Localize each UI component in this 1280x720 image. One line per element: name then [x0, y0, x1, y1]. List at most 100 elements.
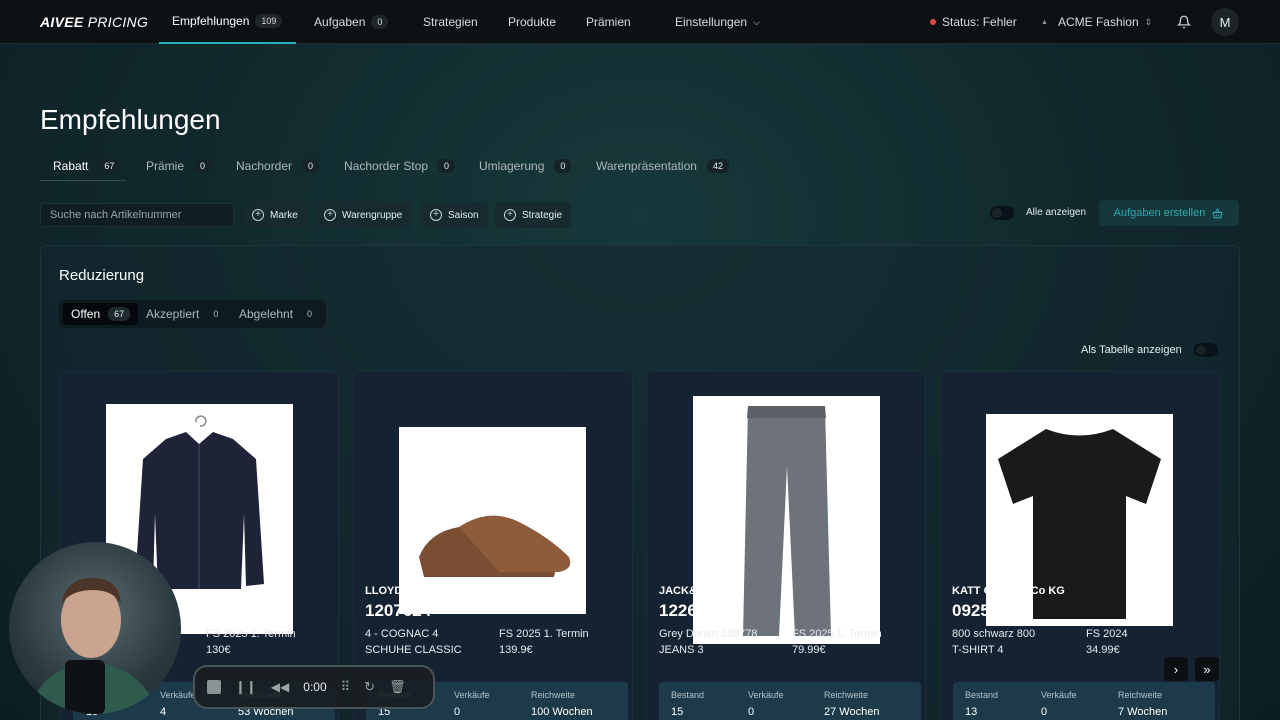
nav-aufgaben[interactable]: Aufgaben 0 [314, 0, 389, 44]
stat-label-bestand: Bestand [671, 690, 705, 700]
tab-count: 0 [302, 159, 320, 173]
segment-label: Abgelehnt [239, 307, 294, 321]
nav-strategien[interactable]: Strategien [423, 0, 478, 44]
product-category: SCHUHE CLASSIC [365, 644, 462, 656]
tab-label: Umlagerung [479, 159, 545, 173]
stat-label-verkaeufe: Verkäufe [748, 690, 784, 700]
tab-nachorder[interactable]: Nachorder 0 [236, 156, 320, 176]
pause-icon[interactable]: ❙❙ [235, 679, 257, 695]
nav-produkte[interactable]: Produkte [508, 0, 556, 44]
create-tasks-label: Aufgaben erstellen [1113, 207, 1206, 219]
logo[interactable]: AIVEE PRICING [40, 14, 148, 30]
product-season: FS 2025 1. Termin [792, 628, 882, 640]
company-switcher[interactable]: ▲ ACME Fashion ⇕ [1041, 0, 1152, 44]
segment-count: 67 [108, 307, 131, 321]
filter-label: Strategie [522, 209, 563, 221]
product-price: 34.99€ [1086, 644, 1120, 656]
product-season: FS 2025 1. Termin [206, 628, 296, 640]
tab-count: 42 [706, 159, 729, 173]
page-title: Empfehlungen [40, 104, 221, 135]
double-chevron-right-icon: » [1203, 661, 1211, 677]
stat-label-verkaeufe: Verkäufe [454, 690, 490, 700]
segment-offen[interactable]: Offen 67 [63, 303, 139, 325]
grid-icon[interactable]: ⠿ [341, 679, 351, 695]
product-variant: 800 schwarz 800 [952, 628, 1036, 640]
search-input[interactable] [40, 203, 234, 227]
stat-verkaeufe: 4 [160, 706, 167, 718]
company-logo-icon: ▲ [1041, 18, 1048, 26]
segment-count: 0 [307, 309, 313, 319]
recorder-toolbar: ❙❙ ◀◀ 0:00 ⠿ ↻ 🗑 [193, 665, 435, 709]
stat-label-reichweite: Reichweite [531, 690, 576, 700]
presenter-image [29, 577, 159, 714]
filter-strategie-button[interactable]: + Strategie [495, 202, 572, 228]
tab-nachorder-stop[interactable]: Nachorder Stop 0 [344, 156, 456, 176]
tab-umlagerung[interactable]: Umlagerung 0 [479, 156, 572, 176]
product-stats [659, 682, 921, 720]
product-number: 12268245 [659, 601, 735, 620]
filter-warengruppe-button[interactable]: + Warengruppe [315, 202, 412, 228]
create-tasks-button[interactable]: Aufgaben erstellen [1099, 200, 1239, 226]
stat-bestand: 15 [671, 706, 684, 718]
show-all-toggle[interactable] [990, 206, 1014, 220]
product-price: 130€ [206, 644, 231, 656]
plus-circle-icon: + [324, 209, 336, 221]
tab-count: 67 [98, 159, 121, 173]
bell-icon [1177, 15, 1191, 29]
stat-label-reichweite: Reichweite [824, 690, 869, 700]
stat-label-verkaeufe: Verkäufe [160, 690, 196, 700]
stat-label-reichweite: Reichweite [1118, 690, 1163, 700]
tab-praemie[interactable]: Prämie 0 [146, 156, 212, 176]
tab-label: Warenpräsentation [596, 159, 697, 173]
tab-label: Rabatt [53, 159, 89, 173]
plus-circle-icon: + [504, 209, 516, 221]
segment-label: Akzeptiert [146, 307, 200, 321]
show-all-label: Alle anzeigen [1026, 207, 1087, 218]
stat-reichweite: 100 Wochen [531, 706, 593, 718]
chevron-down-icon: ⌵ [753, 16, 760, 27]
stat-verkaeufe: 0 [748, 706, 755, 718]
nav-label: Produkte [508, 15, 557, 29]
tab-label: Prämie [146, 159, 185, 173]
notifications-button[interactable] [1177, 0, 1191, 44]
chevron-updown-icon: ⇕ [1144, 16, 1153, 27]
tab-active-indicator [40, 180, 126, 181]
product-season: FS 2025 1. Termin [499, 628, 589, 640]
product-brand: LLOYD Shoes GmbH [365, 585, 475, 597]
segment-abgelehnt[interactable]: Abgelehnt 0 [231, 303, 326, 325]
rewind-icon[interactable]: ◀◀ [271, 680, 289, 694]
plus-circle-icon: + [430, 209, 442, 221]
nav-label: Einstellungen [675, 15, 748, 29]
nav-label: Aufgaben [314, 15, 366, 29]
nav-praemien[interactable]: Prämien [586, 0, 631, 44]
product-variant: 4 - COGNAC 4 [365, 628, 439, 640]
stop-icon[interactable] [207, 680, 221, 694]
filter-label: Warengruppe [342, 209, 403, 221]
tab-rabatt[interactable]: Rabatt 67 [53, 156, 121, 176]
trash-icon[interactable]: 🗑 [389, 679, 406, 695]
product-brand: JACK&JONES [659, 585, 735, 597]
stat-bestand: 13 [965, 706, 978, 718]
avatar[interactable]: M [1211, 8, 1239, 36]
tab-warenpraesentation[interactable]: Warenpräsentation 42 [596, 156, 729, 176]
restart-icon[interactable]: ↻ [364, 679, 375, 695]
last-page-button[interactable]: » [1195, 657, 1219, 681]
nav-label: Empfehlungen [172, 14, 250, 28]
segment-count: 0 [213, 309, 219, 319]
segment-label: Offen [71, 307, 101, 321]
segment-akzeptiert[interactable]: Akzeptiert 0 [138, 303, 232, 325]
filter-marke-button[interactable]: + Marke [243, 202, 307, 228]
table-view-toggle[interactable] [1194, 343, 1218, 357]
nav-empfehlungen[interactable]: Empfehlungen 109 [159, 0, 296, 44]
table-toggle-label: Als Tabelle anzeigen [1081, 344, 1182, 356]
filter-label: Saison [448, 209, 479, 221]
stat-label-bestand: Bestand [965, 690, 999, 700]
webcam-overlay [9, 542, 181, 714]
nav-einstellungen[interactable]: Einstellungen ⌵ [675, 0, 760, 44]
filter-saison-button[interactable]: + Saison [421, 202, 488, 228]
status-indicator[interactable]: Status: Fehler [930, 0, 1017, 44]
stat-label-verkaeufe: Verkäufe [1041, 690, 1077, 700]
nav-label: Prämien [586, 15, 631, 29]
stat-verkaeufe: 0 [1041, 706, 1048, 718]
next-page-button[interactable]: › [1164, 657, 1188, 681]
